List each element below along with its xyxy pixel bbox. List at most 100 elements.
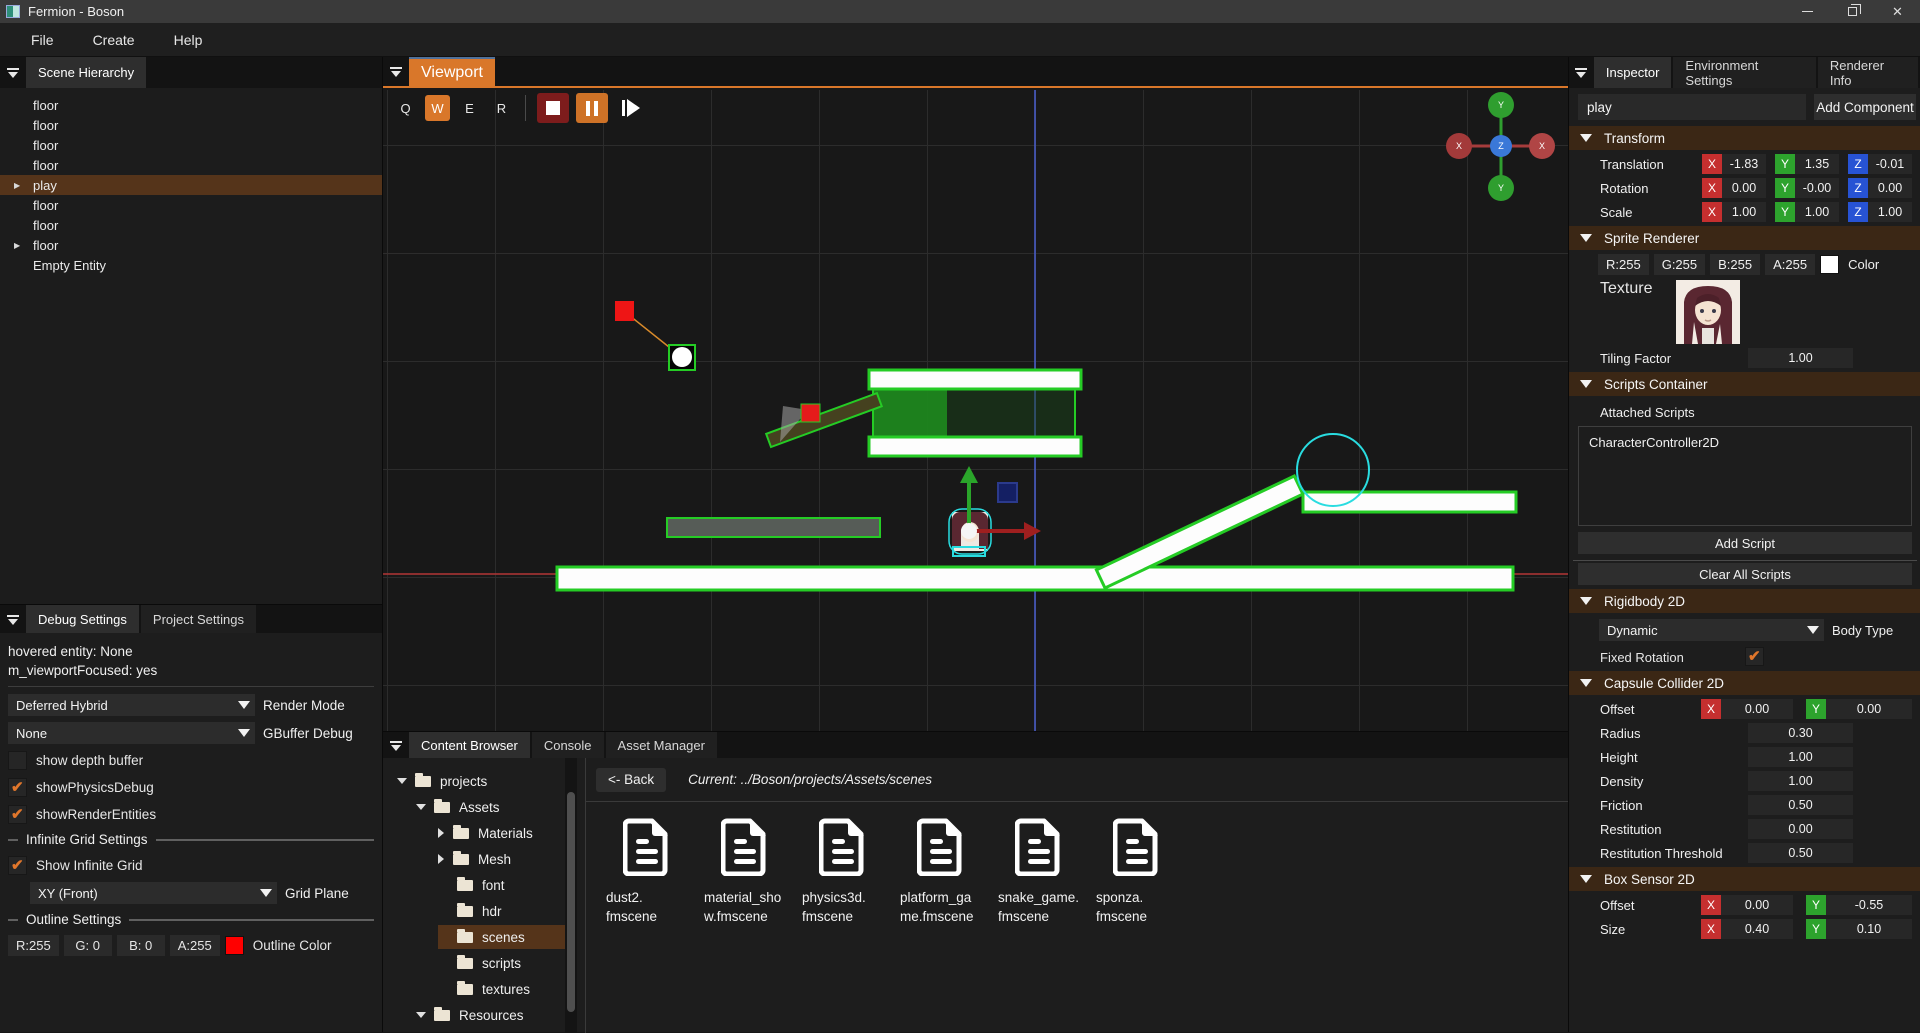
tree-item-projects[interactable]: projects: [383, 768, 585, 794]
tree-item-materials[interactable]: Materials: [383, 820, 585, 846]
texture-thumbnail[interactable]: [1676, 280, 1740, 344]
menu-file[interactable]: File: [25, 30, 60, 50]
tab-viewport[interactable]: Viewport: [409, 57, 495, 86]
file-dust2[interactable]: dust2.fmscene: [598, 818, 696, 926]
gbuffer-debug-dropdown[interactable]: None: [8, 722, 255, 744]
file-material-show[interactable]: material_show.fmscene: [696, 818, 794, 926]
expand-arrow-icon[interactable]: ▶: [14, 241, 20, 250]
show-render-entities-checkbox[interactable]: [8, 805, 27, 824]
outline-g-field[interactable]: G: 0: [64, 935, 112, 956]
tool-r-button[interactable]: R: [489, 95, 514, 121]
rigidbody-section-header[interactable]: Rigidbody 2D: [1569, 589, 1920, 613]
clear-all-scripts-button[interactable]: Clear All Scripts: [1578, 563, 1912, 585]
hierarchy-item-floor[interactable]: floor: [0, 95, 382, 115]
content-browser-collapse-button[interactable]: [383, 732, 409, 758]
tree-item-assets[interactable]: Assets: [383, 794, 585, 820]
rotation-x-field[interactable]: 0.00: [1722, 178, 1766, 198]
tree-item-mesh[interactable]: Mesh: [383, 846, 585, 872]
tree-item-scripts[interactable]: scripts: [383, 950, 585, 976]
box-sensor-section-header[interactable]: Box Sensor 2D: [1569, 867, 1920, 891]
tab-renderer-info[interactable]: Renderer Info: [1818, 57, 1918, 88]
menu-help[interactable]: Help: [168, 30, 209, 50]
close-button[interactable]: ✕: [1875, 0, 1920, 23]
tree-item-textures[interactable]: textures: [383, 976, 585, 1002]
height-field[interactable]: 1.00: [1748, 747, 1853, 767]
rotation-z-field[interactable]: 0.00: [1868, 178, 1912, 198]
tree-item-scenes[interactable]: scenes: [383, 924, 585, 950]
color-b-field[interactable]: B:255: [1710, 254, 1760, 275]
sensor-offset-y-field[interactable]: -0.55: [1826, 895, 1912, 915]
debug-collapse-button[interactable]: [0, 605, 26, 633]
hierarchy-item-floor[interactable]: floor: [0, 195, 382, 215]
hierarchy-item-floor[interactable]: floor: [0, 215, 382, 235]
sensor-offset-x-field[interactable]: 0.00: [1721, 895, 1793, 915]
step-button[interactable]: [615, 93, 647, 123]
chevron-down-icon[interactable]: [416, 1012, 426, 1018]
density-field[interactable]: 1.00: [1748, 771, 1853, 791]
translation-y-field[interactable]: 1.35: [1795, 154, 1839, 174]
restitution-threshold-field[interactable]: 0.50: [1748, 843, 1853, 863]
pause-button[interactable]: [576, 93, 608, 123]
radius-field[interactable]: 0.30: [1748, 723, 1853, 743]
add-script-button[interactable]: Add Script: [1578, 532, 1912, 554]
chevron-down-icon[interactable]: [416, 804, 426, 810]
file-physics3d[interactable]: physics3d.fmscene: [794, 818, 892, 926]
entity-name-input[interactable]: play: [1578, 94, 1806, 120]
tab-environment-settings[interactable]: Environment Settings: [1673, 57, 1815, 88]
body-type-dropdown[interactable]: Dynamic: [1599, 619, 1824, 641]
stop-button[interactable]: [537, 93, 569, 123]
tab-scene-hierarchy[interactable]: Scene Hierarchy: [26, 57, 146, 88]
translate-gizmo[interactable]: [960, 466, 1041, 540]
capsule-offset-x-field[interactable]: 0.00: [1721, 699, 1793, 719]
translation-x-field[interactable]: -1.83: [1722, 154, 1766, 174]
sensor-size-x-field[interactable]: 0.40: [1721, 919, 1793, 939]
tree-item-font[interactable]: font: [383, 872, 585, 898]
show-depth-buffer-checkbox[interactable]: [8, 751, 27, 770]
hierarchy-collapse-button[interactable]: [0, 57, 26, 88]
platform-structure[interactable]: [869, 370, 1081, 456]
inspector-collapse-button[interactable]: [1569, 57, 1594, 88]
gizmo-x-arrow[interactable]: [1024, 522, 1041, 540]
grid-plane-dropdown[interactable]: XY (Front): [30, 882, 277, 904]
file-platform-game[interactable]: platform_game.fmscene: [892, 818, 990, 926]
tab-content-browser[interactable]: Content Browser: [409, 732, 530, 758]
outline-color-swatch[interactable]: [225, 936, 244, 955]
tiling-factor-field[interactable]: 1.00: [1748, 348, 1853, 368]
orientation-gizmo[interactable]: Y Y X X Z: [1446, 92, 1555, 201]
outline-r-field[interactable]: R:255: [8, 935, 59, 956]
gizmo-plane-handle[interactable]: [998, 483, 1017, 502]
tool-w-button[interactable]: W: [425, 95, 450, 121]
outline-b-field[interactable]: B: 0: [117, 935, 165, 956]
sensor-size-y-field[interactable]: 0.10: [1826, 919, 1912, 939]
ground-platform[interactable]: [557, 567, 1513, 590]
spawn-marker[interactable]: [615, 301, 695, 370]
add-component-button[interactable]: Add Component: [1814, 94, 1916, 120]
scale-x-field[interactable]: 1.00: [1722, 202, 1766, 222]
attached-scripts-list[interactable]: CharacterController2D: [1578, 426, 1912, 526]
file-sponza[interactable]: sponza.fmscene: [1088, 818, 1186, 926]
sprite-renderer-section-header[interactable]: Sprite Renderer: [1569, 226, 1920, 250]
outline-a-field[interactable]: A:255: [170, 935, 220, 956]
translation-z-field[interactable]: -0.01: [1868, 154, 1912, 174]
chevron-right-icon[interactable]: [438, 828, 444, 838]
scale-y-field[interactable]: 1.00: [1795, 202, 1839, 222]
tool-e-button[interactable]: E: [457, 95, 482, 121]
tree-item-hdr[interactable]: hdr: [383, 898, 585, 924]
file-snake-game[interactable]: snake_game.fmscene: [990, 818, 1088, 926]
scrollbar-thumb[interactable]: [567, 792, 575, 1012]
minimize-button[interactable]: [1785, 0, 1830, 23]
tab-debug-settings[interactable]: Debug Settings: [26, 605, 139, 633]
hierarchy-item-empty-entity[interactable]: Empty Entity: [0, 255, 382, 275]
hierarchy-item-floor[interactable]: floor: [0, 155, 382, 175]
chevron-down-icon[interactable]: [397, 778, 407, 784]
maximize-button[interactable]: [1830, 0, 1875, 23]
tab-project-settings[interactable]: Project Settings: [141, 605, 256, 633]
hierarchy-item-floor[interactable]: floor: [0, 135, 382, 155]
capsule-collider-section-header[interactable]: Capsule Collider 2D: [1569, 671, 1920, 695]
viewport-collapse-button[interactable]: [383, 57, 409, 86]
scripts-container-section-header[interactable]: Scripts Container: [1569, 372, 1920, 396]
tree-scrollbar[interactable]: [565, 758, 577, 1033]
scale-z-field[interactable]: 1.00: [1868, 202, 1912, 222]
hierarchy-item-floor[interactable]: ▶floor: [0, 235, 382, 255]
hierarchy-item-floor[interactable]: floor: [0, 115, 382, 135]
